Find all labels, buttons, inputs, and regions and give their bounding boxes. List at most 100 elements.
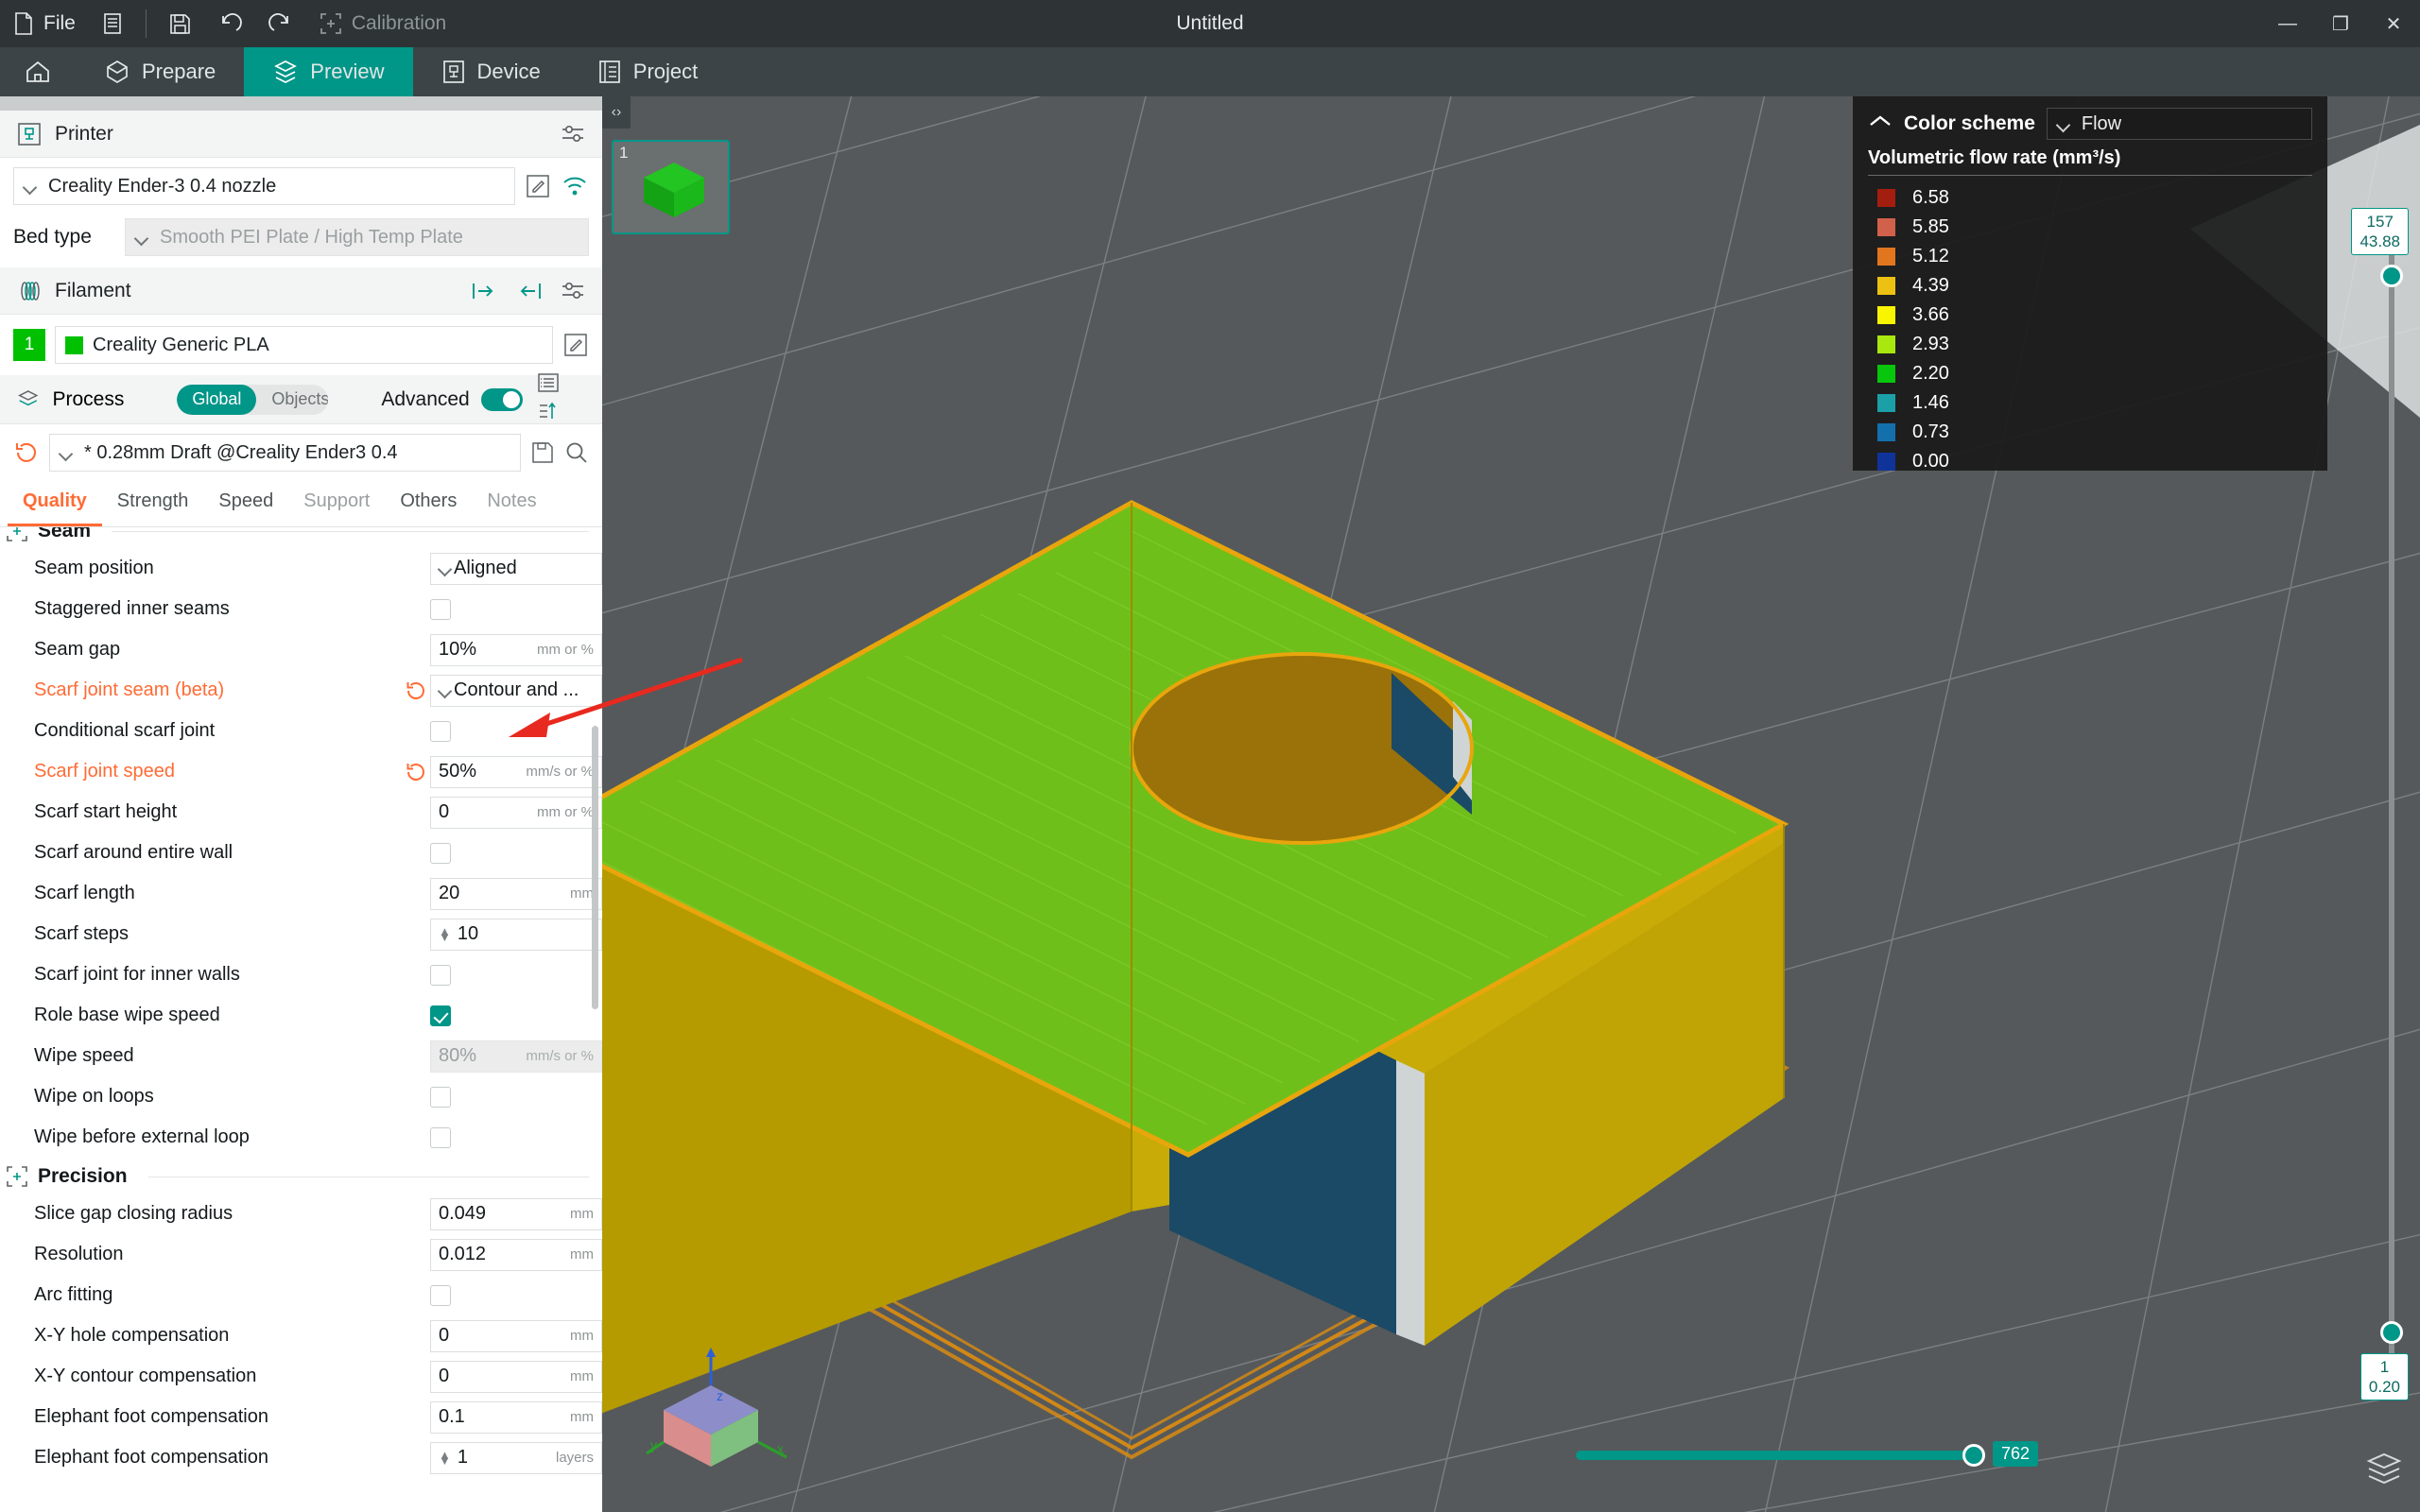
setting-unit: mm <box>570 1206 594 1222</box>
tab-project[interactable]: Project <box>569 47 726 96</box>
tab-others[interactable]: Others <box>385 481 472 526</box>
setting-value <box>430 842 602 864</box>
tab-support[interactable]: Support <box>288 481 385 526</box>
spinner-icon[interactable]: ▲ ▼ <box>439 1449 451 1467</box>
layer-slider-track[interactable] <box>2389 238 2394 1399</box>
maximize-button[interactable]: ❐ <box>2314 0 2367 47</box>
save-button[interactable] <box>156 0 204 47</box>
tab-device[interactable]: Device <box>413 47 569 96</box>
legend-color-swatch <box>1877 277 1895 295</box>
revert-icon[interactable] <box>402 761 430 783</box>
sidebar-collapse-button[interactable]: ‹› <box>602 96 631 129</box>
moves-slider-handle[interactable] <box>1962 1444 1985 1467</box>
redo-button[interactable] <box>255 0 306 47</box>
setting-input[interactable]: 0 mm <box>430 1319 602 1352</box>
layer-slider-top-handle[interactable] <box>2380 265 2403 287</box>
setting-checkbox[interactable] <box>430 720 451 742</box>
setting-input[interactable]: 0.012 mm <box>430 1238 602 1271</box>
setting-value-text: Contour and ... <box>454 679 579 700</box>
revert-icon[interactable] <box>13 439 40 466</box>
tab-speed[interactable]: Speed <box>203 481 288 526</box>
tab-prepare-label: Prepare <box>142 60 216 83</box>
setting-checkbox[interactable] <box>430 598 451 620</box>
setting-input[interactable]: 50% mm/s or % <box>430 755 602 788</box>
setting-value <box>430 1086 602 1108</box>
setting-label: Wipe speed <box>34 1045 134 1066</box>
tab-quality[interactable]: Quality <box>8 481 102 526</box>
setting-checkbox[interactable] <box>430 1005 451 1026</box>
file-menu[interactable]: File <box>0 0 89 47</box>
filament-load-icon[interactable] <box>470 280 498 302</box>
close-button[interactable]: ✕ <box>2367 0 2420 47</box>
printer-preset-combo[interactable]: Creality Ender-3 0.4 nozzle <box>13 167 515 205</box>
compare-icon[interactable] <box>536 400 561 422</box>
setting-input[interactable]: ▲ ▼ 1 layers <box>430 1441 602 1474</box>
chevron-down-icon <box>24 182 39 191</box>
setting-checkbox[interactable] <box>430 964 451 986</box>
bed-type-combo[interactable]: Smooth PEI Plate / High Temp Plate <box>125 218 589 256</box>
settings-scrollbar[interactable] <box>592 726 598 1009</box>
color-scheme-combo[interactable]: Flow <box>2046 108 2312 140</box>
viewport-3d[interactable]: ‹› 1 Color scheme Flow Volumetric flow r… <box>602 96 2420 1512</box>
chevron-down-icon <box>135 233 150 242</box>
layers-view-icon[interactable] <box>2365 1451 2403 1491</box>
legend-color-swatch <box>1877 453 1895 471</box>
scope-objects[interactable]: Objects <box>256 385 328 415</box>
setting-input[interactable]: 0 mm or % <box>430 796 602 829</box>
plate-thumbnail[interactable]: 1 <box>612 140 730 234</box>
advanced-toggle[interactable] <box>480 387 523 411</box>
edit-printer-icon[interactable] <box>525 173 551 199</box>
setting-dropdown[interactable]: Aligned <box>430 552 602 585</box>
axis-gizmo[interactable]: z y x <box>645 1344 805 1486</box>
settings-list[interactable]: Seam Seam position Aligned Staggered inner … <box>0 527 602 1501</box>
search-icon[interactable] <box>564 440 589 465</box>
setting-input[interactable]: 20 mm <box>430 877 602 910</box>
setting-dropdown[interactable]: Contour and ... <box>430 674 602 707</box>
setting-unit: mm <box>570 885 594 902</box>
list-view-icon[interactable] <box>536 371 561 394</box>
setting-checkbox[interactable] <box>430 1126 451 1148</box>
setting-value-text: 1 <box>457 1447 468 1468</box>
moves-slider-track[interactable]: 762 <box>1576 1441 2038 1467</box>
process-preset-combo[interactable]: * 0.28mm Draft @Creality Ender3 0.4 <box>49 434 521 472</box>
layer-slider-bottom-handle[interactable] <box>2380 1321 2403 1344</box>
setting-unit: mm/s or % <box>526 764 594 780</box>
setting-input[interactable]: 0 mm <box>430 1360 602 1393</box>
setting-value: Aligned <box>430 552 602 585</box>
setting-value <box>430 720 602 742</box>
save-preset-icon[interactable] <box>530 440 555 465</box>
setting-checkbox[interactable] <box>430 1284 451 1306</box>
calibration-button[interactable]: Calibration <box>306 0 459 47</box>
tab-notes[interactable]: Notes <box>472 481 551 526</box>
spinner-icon[interactable]: ▲ ▼ <box>439 925 451 943</box>
filament-unload-icon[interactable] <box>515 280 544 302</box>
setting-checkbox[interactable] <box>430 1086 451 1108</box>
undo-button[interactable] <box>204 0 255 47</box>
edit-filament-icon[interactable] <box>562 332 589 358</box>
list-menu-button[interactable] <box>89 0 136 47</box>
tab-prepare[interactable]: Prepare <box>76 47 244 96</box>
setting-value <box>430 598 602 620</box>
tab-preview[interactable]: Preview <box>244 47 413 96</box>
process-scope-toggle[interactable]: Global Objects <box>177 384 329 415</box>
home-button[interactable] <box>0 47 76 96</box>
sliders-icon[interactable] <box>561 281 585 301</box>
minimize-button[interactable]: — <box>2261 0 2314 47</box>
filament-preset-combo[interactable]: Creality Generic PLA <box>55 326 553 364</box>
tab-strength[interactable]: Strength <box>102 481 204 526</box>
filament-section-header: Filament <box>0 267 602 315</box>
setting-input[interactable]: 80% mm/s or % <box>430 1040 602 1073</box>
sliders-icon[interactable] <box>561 124 585 145</box>
setting-input[interactable]: 0.049 mm <box>430 1197 602 1230</box>
collapse-legend-icon[interactable] <box>1868 114 1893 134</box>
revert-icon[interactable] <box>402 679 430 702</box>
filament-index[interactable]: 1 <box>13 329 45 361</box>
setting-checkbox[interactable] <box>430 842 451 864</box>
svg-text:z: z <box>717 1388 723 1403</box>
scope-global[interactable]: Global <box>177 384 257 415</box>
setting-input[interactable]: 10% mm or % <box>430 633 602 666</box>
setting-input[interactable]: ▲ ▼ 10 <box>430 918 602 951</box>
wifi-icon[interactable] <box>561 173 589 199</box>
setting-unit: mm or % <box>537 642 594 658</box>
setting-input[interactable]: 0.1 mm <box>430 1400 602 1434</box>
